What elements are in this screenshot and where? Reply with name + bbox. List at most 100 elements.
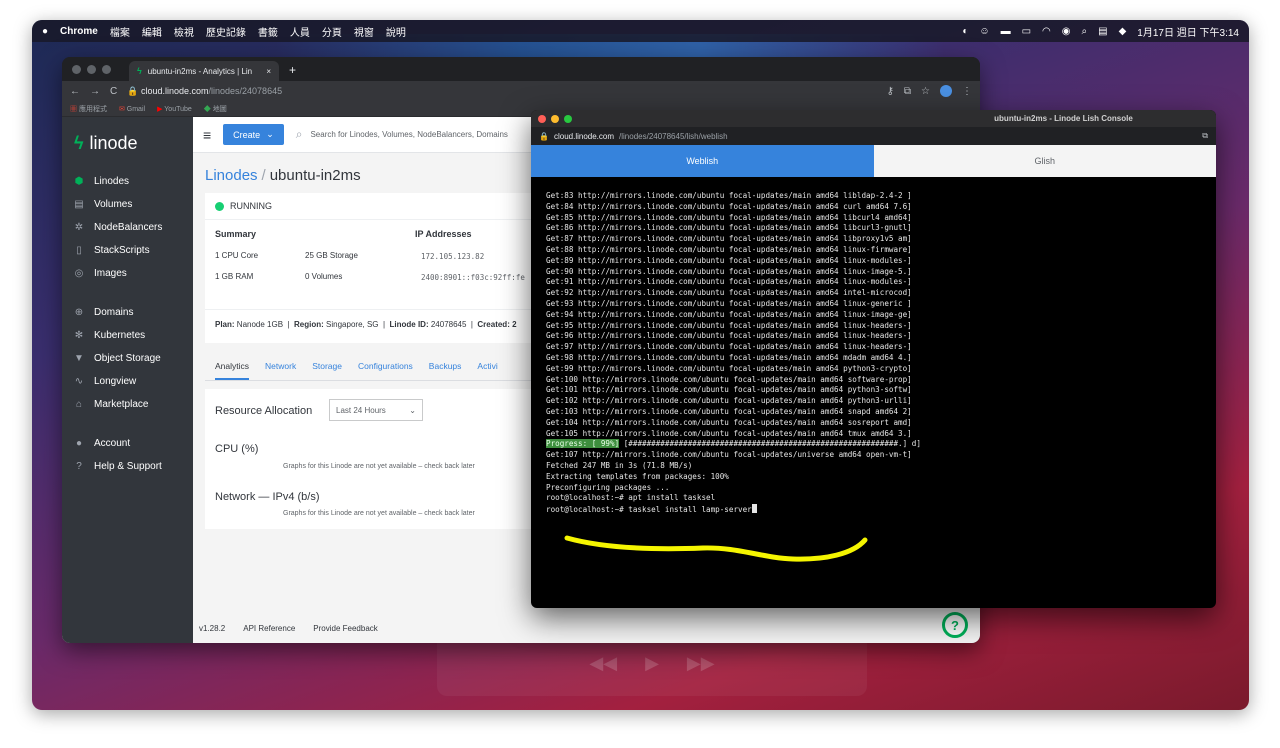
sidebar-item-label: Images [94, 268, 127, 279]
minimize-window-button[interactable] [87, 64, 96, 74]
menu-people[interactable]: 人員 [290, 24, 310, 39]
translate-icon[interactable]: ⧉ [1202, 131, 1208, 141]
account-icon: ● [75, 438, 83, 449]
lish-address-bar[interactable]: 🔒 cloud.linode.com/linodes/24078645/lish… [531, 127, 1216, 145]
tab-storage[interactable]: Storage [312, 361, 342, 371]
provide-feedback-link[interactable]: Provide Feedback [313, 624, 377, 633]
progress-label: Progress: [ 99%] [546, 439, 620, 449]
tab-close-icon[interactable]: × [266, 67, 271, 76]
status-user-icon[interactable]: ☺ [979, 26, 989, 37]
siri-icon[interactable]: ◆ [1119, 26, 1127, 37]
spotlight-icon[interactable]: ⌕ [1082, 26, 1088, 37]
menu-view[interactable]: 檢視 [174, 24, 194, 39]
new-tab-button[interactable]: + [289, 61, 296, 81]
sidebar-item-linodes[interactable]: ⬢ Linodes [62, 170, 193, 193]
reload-icon[interactable]: C [110, 86, 117, 97]
bookmark-apps[interactable]: ▦ 應用程式 [70, 104, 107, 114]
bookmark-label: 地圖 [212, 105, 227, 113]
tab-glish[interactable]: Glish [873, 145, 1216, 177]
control-icon[interactable]: ◉ [1062, 26, 1071, 37]
menu-help[interactable]: 說明 [386, 24, 406, 39]
sidebar-item-label: Volumes [94, 199, 133, 210]
key-icon[interactable]: ⚷ [887, 86, 894, 97]
profile-avatar[interactable] [940, 85, 952, 97]
bookmark-gmail[interactable]: ✉ Gmail [119, 105, 145, 113]
address-bar[interactable]: 🔒 cloud.linode.com/linodes/24078645 [127, 86, 282, 97]
control-center-icon[interactable]: ▤ [1098, 26, 1107, 37]
tab-network[interactable]: Network [265, 361, 296, 371]
menubar-clock[interactable]: 1月17日 週日 下午3:14 [1137, 24, 1239, 39]
linode-logo[interactable]: ϟ linode [62, 127, 193, 170]
ipv6-address[interactable]: 2400:8901::f03c:92ff:fe [421, 273, 525, 282]
lish-titlebar: ubuntu-in2ms - Linode Lish Console [531, 110, 1216, 127]
tab-backups[interactable]: Backups [429, 361, 462, 371]
sidebar-item-domains[interactable]: ⊕ Domains [62, 301, 193, 324]
summary-heading: Summary [215, 229, 257, 239]
menu-bookmarks[interactable]: 書籤 [258, 24, 278, 39]
linode-id-value: 24078645 [430, 320, 467, 329]
forward-icon[interactable]: → [90, 86, 100, 97]
pulse-icon: ∿ [74, 376, 84, 387]
api-reference-link[interactable]: API Reference [243, 624, 295, 633]
sidebar: ϟ linode ⬢ Linodes ▤ Volumes ✲ NodeBalancer… [62, 117, 193, 643]
create-button[interactable]: Create ⌄ [223, 124, 284, 145]
lish-tabs: Weblish Glish [531, 145, 1216, 177]
hamburger-menu-icon[interactable]: ≡ [203, 127, 211, 143]
sidebar-item-kubernetes[interactable]: ✻ Kubernetes [62, 324, 193, 347]
page-title[interactable]: ubuntu-in2ms [270, 167, 361, 184]
breadcrumb-linodes-link[interactable]: Linodes [205, 167, 258, 184]
zoom-window-button[interactable] [102, 64, 111, 74]
youtube-icon: ▶ [157, 105, 163, 113]
battery-icon[interactable]: ▭ [1022, 26, 1031, 37]
bucket-icon: ▼ [74, 353, 84, 364]
sidebar-item-nodebalancers[interactable]: ✲ NodeBalancers [62, 216, 193, 239]
url-path: /linodes/24078645 [208, 85, 283, 96]
bookmark-youtube[interactable]: ▶ YouTube [157, 105, 192, 113]
sidebar-item-object-storage[interactable]: ▼ Object Storage [62, 347, 193, 370]
sidebar-item-longview[interactable]: ∿ Longview [62, 370, 193, 393]
chevron-down-icon: ⌄ [266, 129, 274, 139]
maps-icon: ◆ [203, 105, 211, 113]
lish-window-title: ubuntu-in2ms - Linode Lish Console [994, 114, 1133, 123]
menu-edit[interactable]: 編輯 [142, 24, 162, 39]
breadcrumb: Linodes / ubuntu-in2ms [205, 167, 361, 184]
bookmark-maps[interactable]: ◆ 地圖 [204, 104, 227, 114]
star-icon[interactable]: ☆ [921, 86, 930, 97]
status-app-icon[interactable]: ◐ [962, 26, 968, 37]
back-icon[interactable]: ← [70, 86, 80, 97]
menu-chrome[interactable]: Chrome [60, 26, 98, 37]
menu-dots-icon[interactable]: ⋮ [962, 86, 972, 97]
linode-icon: ⬢ [74, 176, 84, 187]
apple-menu-icon[interactable]: ● [42, 26, 48, 37]
tab-configurations[interactable]: Configurations [358, 361, 413, 371]
help-icon: ? [76, 461, 82, 472]
menu-file[interactable]: 檔案 [110, 24, 130, 39]
region-label: Region: [294, 320, 324, 329]
sidebar-item-stackscripts[interactable]: ▯ StackScripts [62, 239, 193, 262]
tab-weblish[interactable]: Weblish [531, 145, 874, 177]
sidebar-item-label: NodeBalancers [94, 222, 163, 233]
sidebar-item-help[interactable]: ? Help & Support [62, 455, 193, 478]
wifi-icon[interactable]: ◠ [1042, 26, 1051, 37]
time-range-select[interactable]: Last 24 Hours ⌄ [329, 399, 423, 421]
ipv4-address[interactable]: 172.105.123.82 [421, 252, 484, 261]
browser-tab[interactable]: ϟ ubuntu-in2ms - Analytics | Lin × [129, 61, 279, 81]
terminal-cursor [751, 504, 757, 514]
translate-icon[interactable]: ⧉ [904, 86, 911, 97]
search-input[interactable]: ⌕ Search for Linodes, Volumes, NodeBalanc… [296, 127, 508, 142]
close-window-button[interactable] [72, 64, 81, 74]
menu-window[interactable]: 視窗 [354, 24, 374, 39]
menu-tab[interactable]: 分頁 [322, 24, 342, 39]
sidebar-item-account[interactable]: ● Account [62, 432, 193, 455]
gmail-icon: ✉ [118, 105, 125, 113]
sidebar-item-images[interactable]: ◎ Images [62, 262, 193, 285]
sidebar-item-marketplace[interactable]: ⌂ Marketplace [62, 393, 193, 416]
tab-activity[interactable]: Activi [477, 361, 497, 371]
time-range-value: Last 24 Hours [336, 405, 386, 415]
terminal-output[interactable]: Get:83 http://mirrors.linode.com/ubuntu … [531, 177, 1216, 516]
help-fab-button[interactable]: ? [942, 612, 968, 638]
status-flag-icon[interactable]: ▬ [1001, 26, 1011, 37]
sidebar-item-volumes[interactable]: ▤ Volumes [62, 193, 193, 216]
tab-analytics[interactable]: Analytics [215, 361, 250, 380]
menu-history[interactable]: 歷史記錄 [206, 24, 246, 39]
